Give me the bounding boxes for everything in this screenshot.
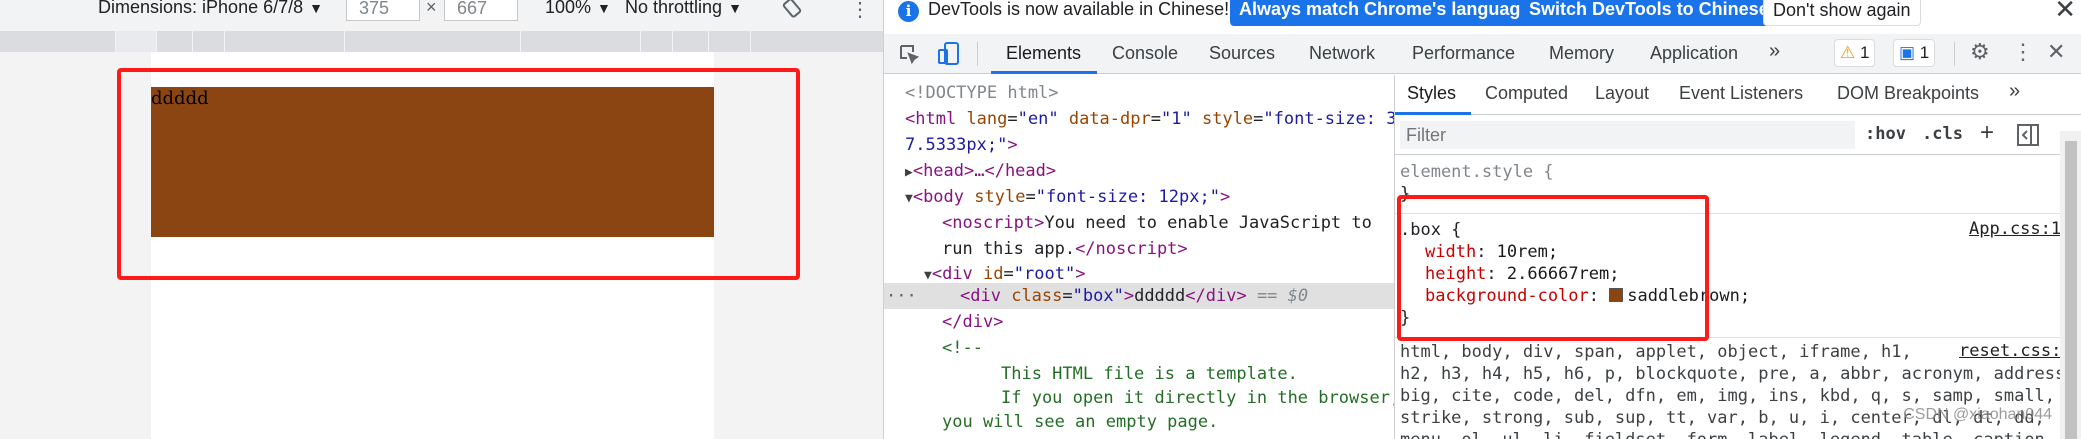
caret-down-icon: ▼ <box>597 0 611 16</box>
more-tabs-icon[interactable]: » <box>2009 80 2020 103</box>
language-infobar: i DevTools is now available in Chinese! … <box>884 0 2081 30</box>
message-icon: ▣ <box>1899 43 1916 62</box>
device-toolbar: Dimensions: iPhone 6/7/8 ▼ 375 × 667 100%… <box>0 0 883 24</box>
expand-arrow-icon[interactable]: ▶ <box>905 165 913 180</box>
html-open-line-wrap: 7.5333px;"> <box>905 135 1018 155</box>
close-icon[interactable]: ✕ <box>2054 0 2076 25</box>
doctype-line: <!DOCTYPE html> <box>905 83 1059 103</box>
tab-elements[interactable]: Elements <box>1006 43 1081 64</box>
devtools-tabbar: Elements Console Sources Network Perform… <box>884 34 2081 74</box>
throttling-label: No throttling <box>625 0 723 17</box>
node-options-icon[interactable]: ··· <box>886 283 917 309</box>
highlight-box-preview <box>117 68 800 280</box>
issues-badge[interactable]: ▣ 1 <box>1893 39 1936 67</box>
element-style-selector[interactable]: element.style { <box>1400 161 1554 183</box>
tab-performance[interactable]: Performance <box>1412 43 1515 64</box>
warnings-count: 1 <box>1859 43 1870 62</box>
styles-filter-row: :hov .cls + <box>1395 115 2081 155</box>
reset-css-source-link[interactable]: reset.css:6 <box>1959 341 2072 361</box>
zoom-select[interactable]: 100% ▼ <box>545 0 611 18</box>
tab-dom-breakpoints[interactable]: DOM Breakpoints <box>1837 83 1979 104</box>
more-menu-icon[interactable]: ⋮ <box>2012 39 2034 65</box>
styles-tabbar: Styles Computed Layout Event Listeners D… <box>1395 75 2081 115</box>
infobar-message: DevTools is now available in Chinese! <box>928 0 1230 19</box>
device-emulation-area: Dimensions: iPhone 6/7/8 ▼ 375 × 667 100%… <box>0 0 883 439</box>
scrollbar-thumb[interactable] <box>2065 141 2077 439</box>
caret-down-icon: ▼ <box>309 0 323 16</box>
switch-to-chinese-button[interactable]: Switch DevTools to Chinese <box>1520 0 1778 26</box>
tab-layout[interactable]: Layout <box>1595 83 1649 104</box>
watermark: CSDN @xiaohan044 <box>1903 406 2052 423</box>
media-query-ruler[interactable] <box>0 31 883 52</box>
div-root-close-line[interactable]: </div> <box>942 309 1003 335</box>
zoom-label: 100% <box>545 0 592 17</box>
styles-sidebar: Styles Computed Layout Event Listeners D… <box>1394 75 2081 439</box>
add-rule-icon[interactable]: + <box>1980 119 1994 147</box>
tab-memory[interactable]: Memory <box>1549 43 1614 64</box>
tab-sources[interactable]: Sources <box>1209 43 1275 64</box>
noscript-line[interactable]: <noscript>You need to enable JavaScript … <box>942 210 1372 236</box>
tab-console[interactable]: Console <box>1112 43 1178 64</box>
comment-open-line[interactable]: <!-- <box>942 335 983 361</box>
reset-selector-line-1[interactable]: html, body, div, span, applet, object, i… <box>1400 341 1912 363</box>
tab-application[interactable]: Application <box>1650 43 1738 64</box>
head-line[interactable]: ▶<head>…</head> <box>905 158 1056 186</box>
issues-count: 1 <box>1919 43 1930 62</box>
tab-network[interactable]: Network <box>1309 43 1375 64</box>
cls-toggle[interactable]: .cls <box>1922 124 1963 144</box>
tab-computed[interactable]: Computed <box>1485 83 1568 104</box>
device-toggle-icon[interactable] <box>937 41 961 67</box>
tab-styles[interactable]: Styles <box>1407 83 1456 104</box>
device-select[interactable]: Dimensions: iPhone 6/7/8 ▼ <box>98 0 323 18</box>
tab-elements-underline <box>991 71 1097 74</box>
height-input[interactable]: 667 <box>444 0 518 21</box>
app-css-source-link[interactable]: App.css:1 <box>1969 219 2061 239</box>
highlight-box-rule <box>1397 195 1709 341</box>
reset-selector-line-5: menu, ol, ul, li, fieldset, form, label,… <box>1400 429 2055 439</box>
device-select-label: Dimensions: iPhone 6/7/8 <box>98 0 304 17</box>
warnings-badge[interactable]: ⚠ 1 <box>1834 39 1876 67</box>
comment-line-1: This HTML file is a template. <box>1001 364 1298 384</box>
comment-line-3: you will see an empty page. <box>942 412 1219 432</box>
more-tabs-icon[interactable]: » <box>1769 40 1780 63</box>
styles-scrollbar[interactable] <box>2060 131 2081 439</box>
tab-event-listeners[interactable]: Event Listeners <box>1679 83 1803 104</box>
throttling-select[interactable]: No throttling ▼ <box>625 0 742 18</box>
more-options-icon[interactable]: ⋮ <box>850 0 870 22</box>
noscript-line-wrap: run this app.</noscript> <box>942 239 1188 259</box>
reset-selector-line-3: big, cite, code, del, dfn, em, img, ins,… <box>1400 386 2056 406</box>
dimension-times: × <box>426 0 437 17</box>
caret-down-icon: ▼ <box>728 0 742 16</box>
html-open-line[interactable]: <html lang="en" data-dpr="1" style="font… <box>905 106 1396 132</box>
warning-icon: ⚠ <box>1840 43 1856 62</box>
elements-tree: ··· <!DOCTYPE html> <html lang="en" data… <box>884 75 1400 439</box>
reset-selector-line-2: h2, h3, h4, h5, h6, p, blockquote, pre, … <box>1400 364 2076 384</box>
settings-gear-icon[interactable]: ⚙ <box>1970 39 1990 65</box>
collapse-arrow-icon[interactable]: ▼ <box>905 191 913 206</box>
width-input[interactable]: 375 <box>346 0 420 21</box>
comment-line-2: If you open it directly in the browser, <box>1001 388 1401 408</box>
devtools-panel: i DevTools is now available in Chinese! … <box>883 0 2081 439</box>
collapse-arrow-icon[interactable]: ▼ <box>924 268 932 283</box>
body-open-line[interactable]: ▼<body style="font-size: 12px;"> <box>905 184 1230 212</box>
always-match-language-button[interactable]: Always match Chrome's language <box>1230 0 1540 26</box>
dont-show-again-button[interactable]: Don't show again <box>1763 0 1921 26</box>
toggle-sidebar-icon[interactable] <box>2017 124 2039 146</box>
info-icon: i <box>898 1 919 22</box>
rotate-icon[interactable] <box>780 0 804 20</box>
hov-toggle[interactable]: :hov <box>1865 124 1906 144</box>
close-devtools-icon[interactable]: ✕ <box>2047 39 2065 65</box>
div-box-line[interactable]: <div class="box">ddddd</div> == $0 <box>960 283 1308 309</box>
styles-filter-input[interactable] <box>1400 121 1855 149</box>
inspect-element-icon[interactable] <box>897 42 921 66</box>
